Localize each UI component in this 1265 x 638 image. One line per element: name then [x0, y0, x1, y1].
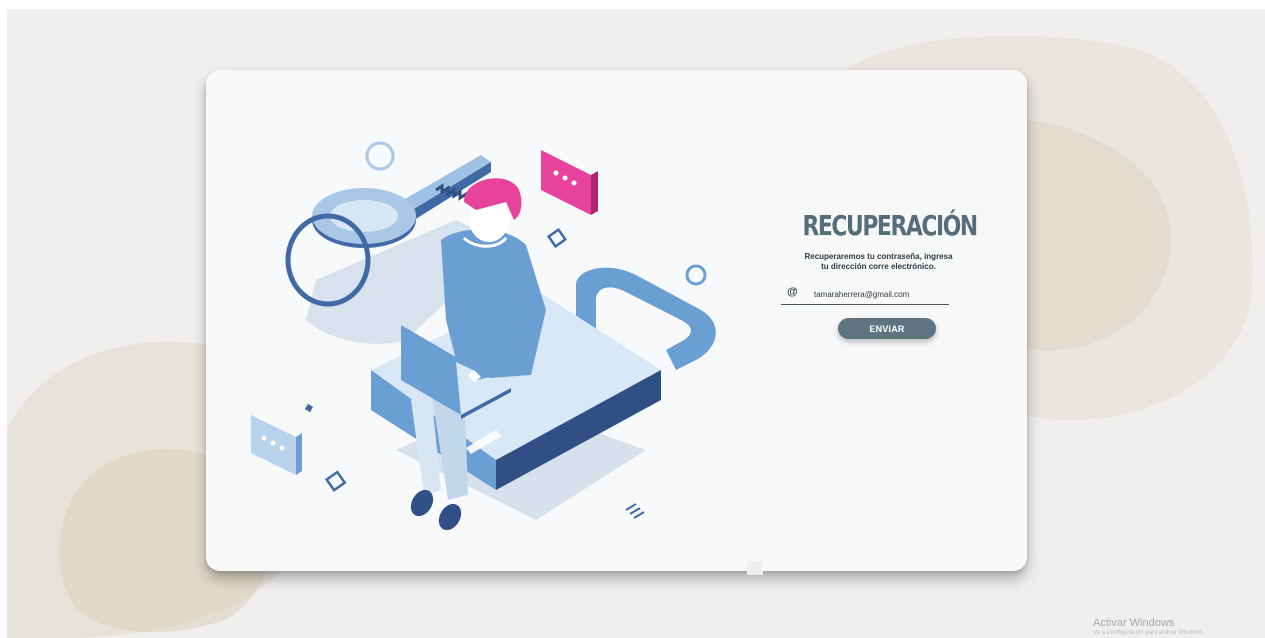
watermark-title: Activar Windows	[1093, 617, 1175, 629]
page-background: RECUPERACIÓN Recuperaremos tu contraseña…	[7, 9, 1265, 638]
windows-activation-watermark: Activar Windows Ve a Configuración para …	[1093, 617, 1204, 637]
card-shadow-gap	[747, 561, 763, 575]
instructions-text: Recuperaremos tu contraseña, ingresa tu …	[781, 252, 976, 272]
password-recovery-illustration	[251, 141, 716, 531]
page-title: RECUPERACIÓN	[802, 209, 978, 242]
at-icon: @	[787, 286, 798, 298]
send-button[interactable]: ENVIAR	[838, 318, 936, 339]
instructions-line-2: tu dirección corre electrónico.	[821, 262, 936, 271]
instructions-line-1: Recuperaremos tu contraseña, ingresa	[804, 252, 953, 261]
watermark-subtitle: Ve a Configuración para activar Windows.	[1093, 630, 1205, 636]
recovery-card: RECUPERACIÓN Recuperaremos tu contraseña…	[206, 70, 1027, 571]
email-field: @	[781, 286, 949, 305]
email-input[interactable]	[814, 287, 946, 301]
